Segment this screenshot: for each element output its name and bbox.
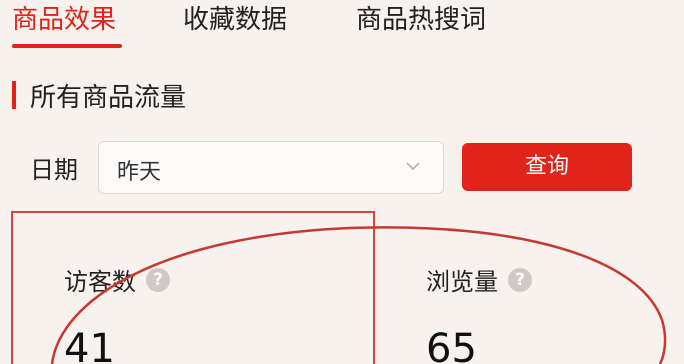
active-tab-indicator — [12, 44, 122, 48]
pageviews-metric: 浏览量 ? — [426, 262, 532, 297]
date-select-value: 昨天 — [117, 160, 162, 185]
tab-bar: 商品效果 收藏数据 商品热搜词 — [0, 0, 684, 52]
chevron-down-icon — [406, 162, 420, 171]
visitors-metric: 访客数 ? — [64, 262, 170, 297]
date-label: 日期 — [30, 156, 78, 184]
help-circle-icon[interactable]: ? — [146, 267, 170, 292]
visitors-value: 41 — [64, 326, 115, 364]
help-circle-icon[interactable]: ? — [508, 267, 532, 292]
visitors-label: 访客数 — [64, 268, 136, 296]
section-accent-bar — [12, 81, 16, 109]
section-header: 所有商品流量 — [12, 78, 187, 113]
tab-hot-search-words[interactable]: 商品热搜词 — [356, 0, 486, 52]
pageviews-value: 65 — [426, 326, 477, 364]
pageviews-label: 浏览量 — [426, 268, 498, 296]
tab-favorites-data[interactable]: 收藏数据 — [183, 0, 287, 52]
query-button[interactable]: 查询 — [462, 143, 632, 191]
date-select[interactable]: 昨天 — [98, 141, 444, 194]
section-title: 所有商品流量 — [30, 82, 187, 113]
